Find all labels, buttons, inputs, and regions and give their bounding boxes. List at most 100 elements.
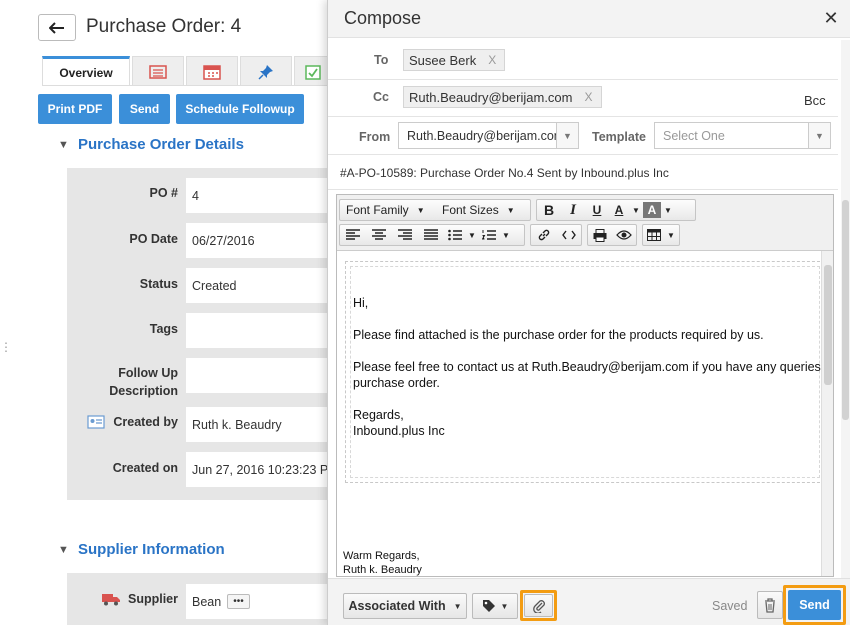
- view-controls: [587, 224, 637, 246]
- font-size-dropdown[interactable]: Font Sizes ▼: [436, 203, 530, 217]
- font-family-dropdown[interactable]: Font Family ▼: [340, 203, 436, 217]
- supplier-more-button[interactable]: •••: [227, 594, 250, 609]
- tab-pinned[interactable]: [240, 56, 292, 86]
- chevron-down-icon[interactable]: ▼: [466, 225, 478, 245]
- cc-recipient-chip[interactable]: Ruth.Beaudry@berijam.com X: [403, 86, 602, 108]
- tab-calendar[interactable]: [186, 56, 238, 86]
- chevron-down-icon[interactable]: ▼: [661, 200, 675, 220]
- created-by-field[interactable]: Ruth k. Beaudry: [186, 407, 329, 442]
- created-by-label: Created by: [113, 415, 178, 429]
- link-icon[interactable]: [531, 225, 557, 245]
- supplier-label-group: Supplier: [96, 590, 178, 608]
- align-justify-icon[interactable]: [418, 225, 444, 245]
- details-section-header[interactable]: ▼ Purchase Order Details: [58, 136, 244, 153]
- signature-line-2: Ruth k. Beaudry: [343, 564, 422, 576]
- followup-field[interactable]: [186, 358, 329, 393]
- editor-scrollbar[interactable]: [821, 251, 833, 576]
- po-date-field[interactable]: 06/27/2016: [186, 223, 329, 258]
- print-pdf-button[interactable]: Print PDF: [38, 94, 112, 124]
- details-section-title: Purchase Order Details: [78, 136, 244, 153]
- back-button[interactable]: [38, 14, 76, 41]
- underline-button[interactable]: U: [585, 200, 609, 220]
- tags-label: Tags: [149, 322, 178, 336]
- to-recipient-name: Susee Berk: [409, 52, 477, 68]
- print-icon[interactable]: [588, 225, 612, 245]
- table-icon[interactable]: [643, 225, 665, 245]
- to-label: To: [374, 53, 389, 67]
- po-number-field[interactable]: 4: [186, 178, 329, 213]
- tags-field[interactable]: [186, 313, 329, 348]
- to-recipient-chip[interactable]: Susee Berk X: [403, 49, 506, 71]
- table-controls: ▼: [642, 224, 680, 246]
- followup-label: Follow Up Description: [72, 364, 178, 400]
- created-by-label-group: Created by: [86, 413, 178, 431]
- checklist-icon: [305, 64, 321, 80]
- template-select[interactable]: Select One ▼: [654, 122, 831, 149]
- chevron-down-icon[interactable]: ▼: [629, 200, 643, 220]
- discard-button[interactable]: [757, 591, 783, 619]
- chevron-down-icon[interactable]: ▼: [500, 225, 512, 245]
- tab-overview[interactable]: Overview: [42, 56, 130, 86]
- dialog-scroll-thumb[interactable]: [842, 200, 849, 420]
- created-on-label: Created on: [112, 461, 178, 475]
- font-color-button[interactable]: A: [609, 200, 629, 220]
- dialog-scrollbar[interactable]: [841, 40, 850, 585]
- editor-content-area[interactable]: Hi, Please find attached is the purchase…: [337, 251, 821, 576]
- chevron-down-icon: ▼: [500, 601, 509, 611]
- schedule-followup-button[interactable]: Schedule Followup: [176, 94, 304, 124]
- paperclip-icon: [532, 599, 545, 613]
- attach-button[interactable]: [524, 594, 553, 617]
- remove-recipient-button[interactable]: X: [584, 90, 592, 104]
- bullet-list-icon[interactable]: [444, 225, 466, 245]
- compose-dialog: Compose ✕ To Susee Berk X Cc Ruth.Beaudr…: [327, 0, 850, 625]
- sidebar-handle[interactable]: ⋮: [0, 340, 12, 362]
- align-right-icon[interactable]: [392, 225, 418, 245]
- close-icon[interactable]: ✕: [822, 8, 840, 28]
- supplier-value: Bean: [192, 594, 222, 609]
- align-center-icon[interactable]: [366, 225, 392, 245]
- compose-header: Compose ✕: [328, 0, 850, 38]
- numbered-list-icon[interactable]: [478, 225, 500, 245]
- align-left-icon[interactable]: [340, 225, 366, 245]
- chevron-down-icon[interactable]: ▼: [665, 225, 677, 245]
- email-body-text[interactable]: Hi, Please find attached is the purchase…: [353, 295, 821, 455]
- created-on-field[interactable]: Jun 27, 2016 10:23:23 PM: [186, 452, 329, 487]
- send-email-button[interactable]: Send: [788, 590, 841, 620]
- list-icon: [149, 64, 167, 79]
- signature-block: Warm Regards, Ruth k. Beaudry: [343, 549, 422, 576]
- editor-scroll-thumb[interactable]: [824, 265, 832, 385]
- cc-label: Cc: [373, 90, 389, 104]
- tag-icon: [482, 600, 495, 612]
- font-family-label: Font Family: [346, 203, 409, 217]
- bold-button[interactable]: B: [537, 200, 561, 220]
- chevron-down-icon: ▼: [556, 123, 578, 148]
- associated-with-button[interactable]: Associated With ▼: [343, 593, 467, 619]
- followup-label-line2: Description: [109, 384, 178, 398]
- send-po-button[interactable]: Send: [119, 94, 170, 124]
- tag-button[interactable]: ▼: [472, 593, 518, 619]
- greeting-line: Hi,: [353, 296, 369, 310]
- background-color-button[interactable]: A: [643, 202, 661, 218]
- chevron-down-icon: ▼: [58, 138, 69, 151]
- trash-icon: [765, 597, 775, 613]
- chevron-down-icon: ▼: [506, 205, 515, 215]
- remove-recipient-button[interactable]: X: [488, 53, 496, 67]
- associated-with-label: Associated With: [348, 599, 446, 613]
- cc-recipient-email: Ruth.Beaudry@berijam.com: [409, 89, 573, 105]
- supplier-field[interactable]: Bean •••: [186, 584, 329, 619]
- italic-button[interactable]: I: [561, 200, 585, 220]
- status-field[interactable]: Created: [186, 268, 329, 303]
- editor-toolbar: Font Family▼ Font Sizes▼ B I U A ▼ A ▼: [337, 195, 833, 251]
- divider: [328, 189, 838, 190]
- code-icon[interactable]: [557, 225, 581, 245]
- preview-eye-icon[interactable]: [612, 225, 636, 245]
- email-editor: Font Family▼ Font Sizes▼ B I U A ▼ A ▼: [336, 194, 834, 577]
- po-number-label: PO #: [149, 186, 179, 200]
- supplier-section-header[interactable]: ▼ Supplier Information: [58, 541, 225, 558]
- paragraph-controls: ▼ ▼: [339, 224, 525, 246]
- tab-list[interactable]: [132, 56, 184, 86]
- bcc-toggle[interactable]: Bcc: [804, 93, 826, 108]
- from-select[interactable]: Ruth.Beaudry@berijam.com ▼: [398, 122, 579, 149]
- subject-field[interactable]: #A-PO-10589: Purchase Order No.4 Sent by…: [340, 166, 669, 180]
- po-date-label: PO Date: [129, 232, 178, 246]
